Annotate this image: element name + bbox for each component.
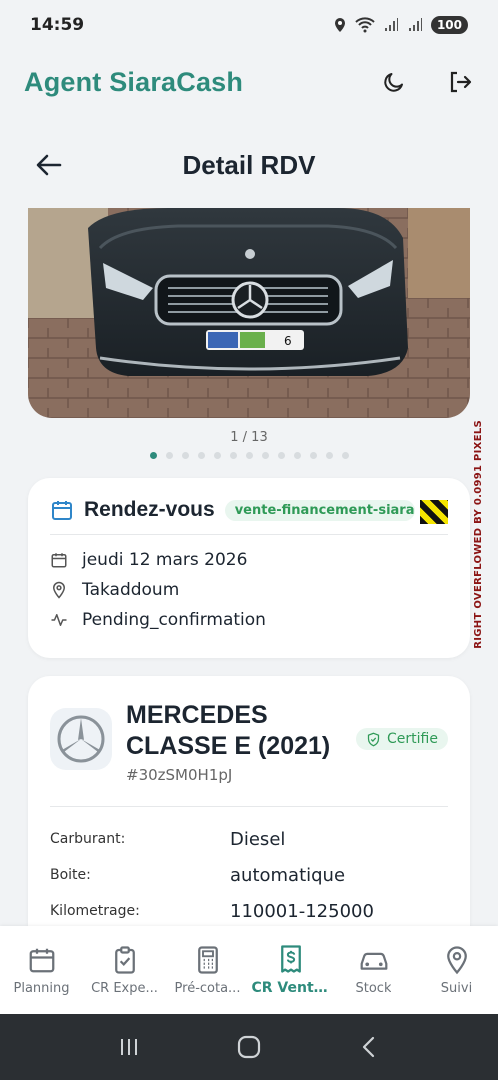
wifi-icon bbox=[355, 17, 375, 33]
gallery-dot[interactable] bbox=[181, 452, 189, 459]
spec-label: Kilometrage: bbox=[50, 903, 140, 919]
gallery-dot[interactable] bbox=[213, 452, 221, 459]
gallery-dot[interactable] bbox=[229, 452, 237, 459]
spec-label: Carburant: bbox=[50, 831, 126, 847]
car-title-block: MERCEDES CLASSE E (2021) #30zSM0H1pJ bbox=[126, 700, 356, 784]
mercedes-logo bbox=[50, 708, 112, 770]
moon-icon bbox=[384, 73, 403, 92]
app-header: Agent SiaraCash bbox=[0, 52, 498, 112]
certified-badge: Certifie bbox=[356, 728, 448, 750]
map-pin-icon bbox=[446, 945, 467, 974]
recent-apps-icon[interactable] bbox=[117, 1035, 141, 1059]
spec-row-gearbox: Boite: automatique bbox=[50, 857, 448, 893]
car-icon bbox=[360, 952, 387, 970]
car-name: MERCEDES CLASSE E (2021) bbox=[126, 701, 331, 760]
mercedes-star-icon bbox=[57, 715, 105, 763]
gallery-dot[interactable] bbox=[293, 452, 301, 459]
car-id: #30zSM0H1pJ bbox=[126, 766, 233, 784]
nav-label: Suivi bbox=[440, 980, 473, 996]
nav-label: CR Ventes bbox=[251, 980, 330, 996]
overflow-warning-stripe bbox=[420, 500, 448, 524]
overflow-warning-text: RIGHT OVERFLOWED BY 0.0991 PIXELS bbox=[473, 420, 484, 649]
home-icon[interactable] bbox=[236, 1034, 262, 1060]
car-card: MERCEDES CLASSE E (2021) #30zSM0H1pJ Cer… bbox=[28, 676, 470, 956]
gallery-dot[interactable] bbox=[341, 452, 349, 459]
appointment-header: Rendez-vous vente-financement-siara bbox=[50, 498, 448, 522]
calendar-icon bbox=[52, 501, 72, 520]
appointment-status-row: Pending_confirmation bbox=[50, 605, 448, 635]
signal-icon-2 bbox=[408, 18, 422, 31]
arrow-left-icon bbox=[36, 154, 62, 176]
page-title: Detail RDV bbox=[182, 149, 316, 180]
divider bbox=[50, 534, 448, 535]
gallery-dot[interactable] bbox=[245, 452, 253, 459]
nav-label: Stock bbox=[355, 980, 392, 996]
nav-item-cr-ventes[interactable]: CR Ventes bbox=[249, 926, 332, 1014]
logout-button[interactable] bbox=[446, 68, 474, 96]
battery-badge: 100 bbox=[430, 16, 468, 34]
gallery-dot[interactable] bbox=[325, 452, 333, 459]
svg-text:6: 6 bbox=[284, 334, 292, 348]
calendar-small-icon bbox=[51, 553, 67, 568]
car-photo-image: 6 bbox=[28, 208, 470, 418]
nav-item-pre-cotation[interactable]: Pré-cota... bbox=[166, 926, 249, 1014]
shield-check-icon bbox=[367, 732, 380, 746]
gallery-dot[interactable] bbox=[149, 452, 157, 459]
back-button[interactable] bbox=[34, 150, 64, 180]
receipt-dollar-icon bbox=[280, 945, 301, 973]
clipboard-check-icon bbox=[114, 945, 135, 974]
gallery-counter: 1 / 13 bbox=[230, 430, 268, 445]
nav-label: Planning bbox=[13, 980, 70, 996]
back-nav-icon[interactable] bbox=[357, 1035, 381, 1059]
page-header: Detail RDV bbox=[0, 138, 498, 192]
logout-icon bbox=[450, 71, 472, 93]
spec-row-fuel: Carburant: Diesel bbox=[50, 821, 448, 857]
spec-value: Diesel bbox=[230, 828, 286, 850]
appointment-location: Takaddoum bbox=[82, 580, 180, 600]
divider bbox=[50, 806, 448, 807]
nav-label: CR Expe... bbox=[91, 980, 158, 996]
status-bar: 14:59 100 bbox=[0, 0, 498, 50]
gallery-dot[interactable] bbox=[165, 452, 173, 459]
certified-label: Certifie bbox=[387, 731, 438, 747]
nav-item-cr-expertise[interactable]: CR Expe... bbox=[83, 926, 166, 1014]
appointment-date: jeudi 12 mars 2026 bbox=[82, 550, 248, 570]
status-time: 14:59 bbox=[30, 15, 85, 35]
gallery-dot[interactable] bbox=[261, 452, 269, 459]
location-icon bbox=[334, 18, 345, 32]
system-nav-bar bbox=[0, 1014, 498, 1080]
appointment-card: Rendez-vous vente-financement-siara jeud… bbox=[28, 478, 470, 658]
appointment-title: Rendez-vous bbox=[84, 498, 215, 521]
nav-item-stock[interactable]: Stock bbox=[332, 926, 415, 1014]
location-pin-icon bbox=[52, 581, 66, 599]
calculator-icon bbox=[197, 945, 218, 974]
bottom-nav: Planning CR Expe... Pré-cota... CR Vente… bbox=[0, 926, 498, 1014]
appointment-type-tag: vente-financement-siara bbox=[224, 499, 415, 521]
appointment-status: Pending_confirmation bbox=[82, 610, 266, 630]
spec-row-mileage: Kilometrage: 110001-125000 bbox=[50, 893, 448, 929]
gallery-dot[interactable] bbox=[197, 452, 205, 459]
status-icons: 100 bbox=[333, 16, 468, 34]
spec-label: Boite: bbox=[50, 867, 91, 883]
nav-item-suivi[interactable]: Suivi bbox=[415, 926, 498, 1014]
nav-item-planning[interactable]: Planning bbox=[0, 926, 83, 1014]
activity-icon bbox=[51, 614, 67, 626]
gallery-dot[interactable] bbox=[277, 452, 285, 459]
appointment-location-row: Takaddoum bbox=[50, 575, 448, 605]
car-photo[interactable]: 6 bbox=[28, 208, 470, 418]
appointment-date-row: jeudi 12 mars 2026 bbox=[50, 545, 448, 575]
gallery-dot[interactable] bbox=[309, 452, 317, 459]
theme-toggle-button[interactable] bbox=[380, 68, 408, 96]
nav-label: Pré-cota... bbox=[174, 980, 241, 996]
header-actions bbox=[380, 68, 474, 96]
signal-icon bbox=[384, 18, 398, 31]
gallery-dots[interactable] bbox=[0, 452, 498, 459]
spec-value: automatique bbox=[230, 864, 346, 886]
spec-value: 110001-125000 bbox=[230, 900, 374, 922]
brand-title: Agent SiaraCash bbox=[24, 66, 244, 97]
calendar-icon bbox=[29, 948, 54, 972]
